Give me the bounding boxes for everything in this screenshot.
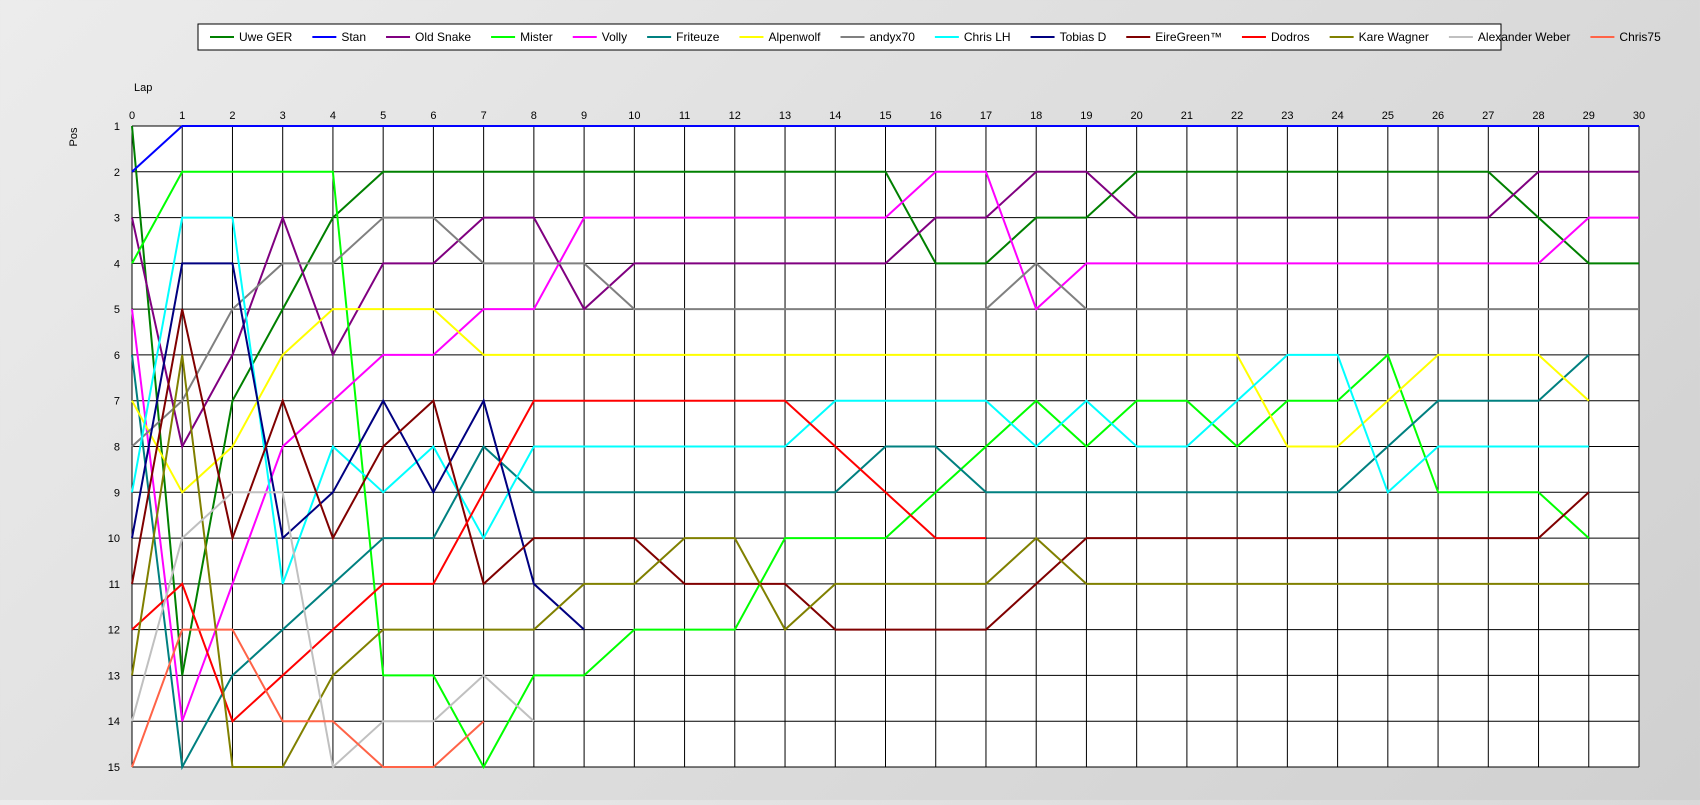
legend-label: Alexander Weber bbox=[1478, 30, 1571, 44]
x-tick-label: 28 bbox=[1532, 110, 1544, 122]
legend: Uwe GER Stan Old Snake Mister Volly Friteuze A… bbox=[197, 23, 1661, 51]
y-tick-label: 7 bbox=[114, 396, 120, 408]
legend-label: Alpenwolf bbox=[768, 30, 821, 44]
x-axis-label: Lap bbox=[134, 82, 152, 94]
y-tick-label: 6 bbox=[114, 350, 120, 362]
y-tick-label: 11 bbox=[109, 579, 120, 591]
y-tick-label: 12 bbox=[108, 625, 120, 637]
x-tick-label: 29 bbox=[1583, 110, 1595, 122]
x-tick-label: 24 bbox=[1331, 110, 1343, 122]
x-tick-label: 27 bbox=[1482, 110, 1494, 122]
chart-area: Uwe GER Stan Old Snake Mister Volly Friteuze A… bbox=[0, 0, 1700, 800]
x-tick-label: 19 bbox=[1080, 110, 1092, 122]
legend-label: Uwe GER bbox=[239, 30, 293, 44]
y-tick-label: 10 bbox=[108, 533, 120, 545]
y-tick-label: 8 bbox=[114, 442, 120, 454]
x-tick-label: 25 bbox=[1382, 110, 1394, 122]
x-tick-label: 3 bbox=[280, 110, 286, 122]
x-tick-label: 16 bbox=[930, 110, 942, 122]
y-tick-label: 14 bbox=[108, 716, 120, 728]
x-tick-label: 22 bbox=[1231, 110, 1243, 122]
x-tick-label: 9 bbox=[581, 110, 587, 122]
x-tick-label: 26 bbox=[1432, 110, 1444, 122]
x-tick-label: 2 bbox=[229, 110, 235, 122]
x-tick-label: 10 bbox=[628, 110, 640, 122]
x-tick-label: 17 bbox=[980, 110, 992, 122]
y-tick-label: 15 bbox=[108, 762, 120, 774]
legend-label: EireGreen™ bbox=[1155, 30, 1222, 44]
legend-label: Chris75 bbox=[1619, 30, 1661, 44]
y-tick-label: 1 bbox=[114, 121, 120, 133]
x-tick-label: 0 bbox=[129, 110, 135, 122]
x-tick-label: 8 bbox=[531, 110, 537, 122]
x-tick-label: 12 bbox=[729, 110, 741, 122]
y-tick-label: 5 bbox=[114, 304, 120, 316]
legend-label: Tobias D bbox=[1060, 30, 1107, 44]
legend-label: Chris LH bbox=[964, 30, 1011, 44]
x-tick-label: 7 bbox=[481, 110, 487, 122]
x-tick-label: 21 bbox=[1181, 110, 1193, 122]
legend-label: andyx70 bbox=[870, 30, 916, 44]
x-tick-label: 5 bbox=[380, 110, 386, 122]
x-tick-label: 30 bbox=[1633, 110, 1645, 122]
x-tick-label: 4 bbox=[330, 110, 336, 122]
legend-label: Friteuze bbox=[676, 30, 720, 44]
y-axis-label: Pos bbox=[68, 127, 80, 146]
legend-label: Stan bbox=[341, 30, 366, 44]
y-tick-label: 9 bbox=[114, 487, 120, 499]
y-tick-label: 3 bbox=[114, 213, 120, 225]
legend-label: Volly bbox=[602, 30, 627, 44]
lap-position-chart: Uwe GER Stan Old Snake Mister Volly Friteuze A… bbox=[68, 23, 1661, 774]
x-tick-label: 18 bbox=[1030, 110, 1042, 122]
legend-label: Kare Wagner bbox=[1359, 30, 1429, 44]
x-tick-label: 11 bbox=[679, 110, 690, 122]
x-tick-label: 15 bbox=[879, 110, 891, 122]
x-tick-label: 1 bbox=[179, 110, 185, 122]
y-tick-label: 2 bbox=[114, 167, 120, 179]
legend-label: Mister bbox=[520, 30, 553, 44]
y-tick-label: 4 bbox=[114, 258, 120, 270]
y-tick-label: 13 bbox=[108, 670, 120, 682]
x-tick-label: 23 bbox=[1281, 110, 1293, 122]
x-tick-label: 14 bbox=[829, 110, 841, 122]
legend-label: Dodros bbox=[1271, 30, 1310, 44]
legend-label: Old Snake bbox=[415, 30, 471, 44]
x-tick-label: 6 bbox=[430, 110, 436, 122]
x-tick-label: 20 bbox=[1131, 110, 1143, 122]
x-tick-label: 13 bbox=[779, 110, 791, 122]
